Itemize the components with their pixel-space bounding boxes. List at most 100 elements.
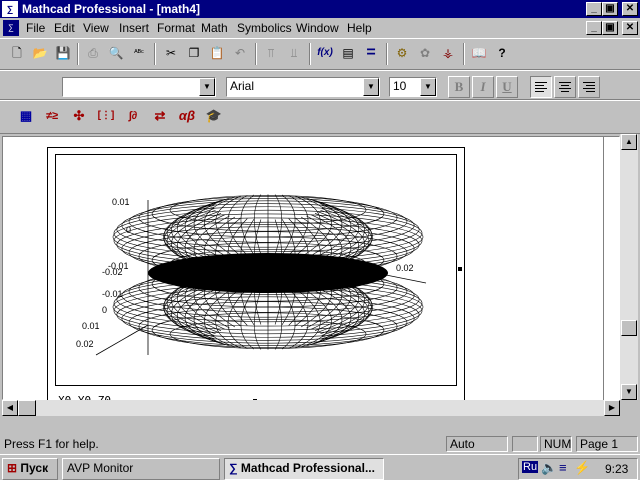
- open-icon[interactable]: 📂: [29, 43, 51, 65]
- axis-tick-label: 0.02: [76, 339, 94, 349]
- calculate-icon[interactable]: =: [360, 43, 382, 65]
- menu-bar: ∑ File Edit View Insert Format Math Symb…: [0, 18, 640, 38]
- scroll-up-icon[interactable]: ▲: [621, 134, 637, 150]
- task-avp-monitor[interactable]: AVP Monitor: [62, 458, 220, 480]
- reference-icon[interactable]: 📖: [468, 43, 490, 65]
- toolbar-separator: [77, 43, 79, 65]
- italic-button[interactable]: I: [472, 76, 494, 98]
- new-icon[interactable]: 🗋: [6, 43, 28, 65]
- window-title: Mathcad Professional - [math4]: [22, 2, 201, 16]
- menu-view[interactable]: View: [83, 21, 109, 35]
- standard-toolbar: 🗋 📂 💾 ⎙ 🔍 ᴬᴮᶜ ✂ ❐ 📋 ↶ ⫪ ⫫ f(x) ▤ = ⚙ ✿ ⚶…: [0, 38, 640, 70]
- title-bar[interactable]: ∑ Mathcad Professional - [math4] _ ▣ ✕: [0, 0, 640, 18]
- scroll-left-icon[interactable]: ◀: [2, 400, 18, 416]
- volume-icon[interactable]: 🔈: [541, 460, 557, 476]
- doc-minimize-button[interactable]: _: [586, 21, 602, 35]
- surface-plot-region[interactable]: 0.010-0.01-0.02-0.0100.010.020.02 X0,Y0,…: [47, 147, 465, 413]
- copy-icon[interactable]: ❐: [183, 43, 205, 65]
- start-button[interactable]: ⊞ Пуск: [2, 458, 58, 480]
- chevron-down-icon[interactable]: ▼: [199, 78, 215, 96]
- doc-restore-button[interactable]: ▣: [602, 21, 618, 35]
- resize-handle[interactable]: [458, 267, 462, 271]
- symbolic-palette-icon[interactable]: 🎓: [202, 105, 226, 129]
- menu-window[interactable]: Window: [296, 21, 339, 35]
- font-select[interactable]: Arial ▼: [226, 77, 380, 97]
- scroll-down-icon[interactable]: ▼: [621, 384, 637, 400]
- underline-button[interactable]: U: [496, 76, 518, 98]
- scroll-right-icon[interactable]: ▶: [604, 400, 620, 416]
- align-right-button[interactable]: [578, 76, 600, 98]
- status-mode: Auto: [446, 436, 508, 452]
- menu-format[interactable]: Format: [157, 21, 195, 35]
- graph-palette-icon[interactable]: ✣: [67, 105, 91, 129]
- hscroll-thumb[interactable]: [18, 400, 36, 416]
- calculator-palette-icon[interactable]: ▦: [14, 105, 38, 129]
- math-palette-toolbar: ▦ ≠≥ ✣ [⋮] ∫∂ ⇄ αβ 🎓: [0, 100, 640, 134]
- component-wizard-icon[interactable]: ⚶: [437, 43, 459, 65]
- boolean-palette-icon[interactable]: ≠≥: [40, 105, 64, 129]
- toolbar-separator: [463, 43, 465, 65]
- greek-palette-icon[interactable]: αβ: [175, 105, 199, 129]
- menu-math[interactable]: Math: [201, 21, 228, 35]
- insert-unit-icon[interactable]: ▤: [337, 43, 359, 65]
- menu-file[interactable]: File: [26, 21, 45, 35]
- restore-button[interactable]: ▣: [602, 2, 618, 16]
- help-icon[interactable]: ?: [491, 43, 513, 65]
- doc-close-button[interactable]: ✕: [622, 21, 638, 35]
- formatting-toolbar: ▼ Arial ▼ 10 ▼ B I U: [0, 70, 640, 100]
- component-icon[interactable]: ⚙: [391, 43, 413, 65]
- align-top-icon[interactable]: ⫪: [260, 43, 282, 65]
- menu-help[interactable]: Help: [347, 21, 372, 35]
- scheduler-icon[interactable]: ⚡: [574, 460, 590, 476]
- axis-tick-label: 0.01: [82, 321, 100, 331]
- menu-insert[interactable]: Insert: [119, 21, 149, 35]
- mathcad-task-icon: ∑: [229, 461, 238, 475]
- minimize-button[interactable]: _: [586, 2, 602, 16]
- menu-symbolics[interactable]: Symbolics: [237, 21, 292, 35]
- surface-plot[interactable]: 0.01 0 -0.01 -0.02 -0.01 0 0.01 0.02 0.02: [55, 154, 457, 386]
- cut-icon[interactable]: ✂: [160, 43, 182, 65]
- axis-tick-label: 0.02: [396, 263, 414, 273]
- status-page: Page 1: [576, 436, 638, 452]
- print-icon[interactable]: ⎙: [82, 43, 104, 65]
- font-size-select[interactable]: 10 ▼: [389, 77, 437, 97]
- paste-icon[interactable]: 📋: [206, 43, 228, 65]
- programming-palette-icon[interactable]: ⇄: [148, 105, 172, 129]
- style-select[interactable]: ▼: [62, 77, 216, 97]
- horizontal-scrollbar[interactable]: ◀ ▶: [2, 400, 620, 416]
- axis-tick-label: 0.01: [112, 197, 130, 207]
- status-help-text: Press F1 for help.: [4, 437, 99, 451]
- language-indicator[interactable]: Ru: [522, 461, 539, 473]
- av-monitor-icon[interactable]: ≡: [559, 460, 567, 475]
- insert-function-icon[interactable]: f(x): [314, 43, 336, 65]
- save-icon[interactable]: 💾: [52, 43, 74, 65]
- menu-edit[interactable]: Edit: [54, 21, 75, 35]
- system-tray: Ru 🔈 ≡ ⚡ 9:23: [518, 458, 638, 480]
- bold-button[interactable]: B: [448, 76, 470, 98]
- close-button[interactable]: ✕: [622, 2, 638, 16]
- vertical-scrollbar[interactable]: ▲ ▼: [620, 134, 638, 400]
- axis-tick-label: -0.02: [102, 267, 123, 277]
- align-left-button[interactable]: [530, 76, 552, 98]
- task-mathcad[interactable]: ∑ Mathcad Professional...: [224, 458, 384, 480]
- chevron-down-icon[interactable]: ▼: [363, 78, 379, 96]
- align-bottom-icon[interactable]: ⫫: [283, 43, 305, 65]
- resources-icon[interactable]: ✿: [414, 43, 436, 65]
- print-preview-icon[interactable]: 🔍: [105, 43, 127, 65]
- document-menu-icon[interactable]: ∑: [3, 20, 19, 36]
- mathcad-app-icon[interactable]: ∑: [2, 1, 18, 17]
- task-label: AVP Monitor: [67, 461, 134, 475]
- scroll-thumb[interactable]: [621, 320, 637, 336]
- toolbar-separator: [309, 43, 311, 65]
- font-select-value: Arial: [230, 79, 255, 93]
- matrix-palette-icon[interactable]: [⋮]: [94, 105, 118, 129]
- undo-icon[interactable]: ↶: [229, 43, 251, 65]
- calculus-palette-icon[interactable]: ∫∂: [121, 105, 145, 129]
- align-center-button[interactable]: [554, 76, 576, 98]
- y-axis-line: [95, 324, 149, 356]
- chevron-down-icon[interactable]: ▼: [420, 78, 436, 96]
- worksheet[interactable]: 0.010-0.01-0.02-0.0100.010.020.02 X0,Y0,…: [2, 136, 620, 413]
- spell-check-icon[interactable]: ᴬᴮᶜ: [128, 43, 150, 65]
- clock: 9:23: [605, 462, 629, 476]
- axis-tick-label: 0: [102, 305, 107, 315]
